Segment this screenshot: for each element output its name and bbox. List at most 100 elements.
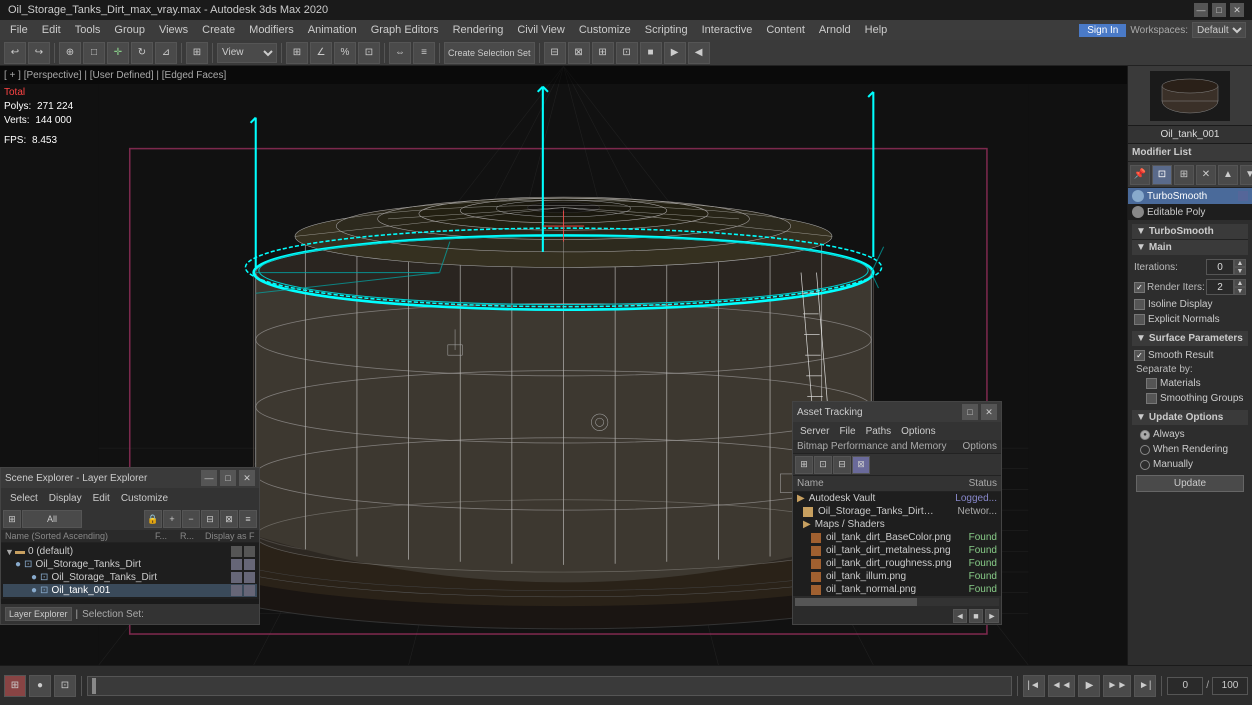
move-button[interactable]: ✛ [107,42,129,64]
se-btn3[interactable]: ≡ [239,510,257,528]
schematic-view[interactable]: ⊞ [592,42,614,64]
se-maximize[interactable]: □ [220,470,236,486]
select-region-button[interactable]: □ [83,42,105,64]
at-menu-server[interactable]: Server [795,424,834,439]
material-editor[interactable]: ⊡ [616,42,638,64]
se-layer-explorer-btn[interactable]: Layer Explorer [5,607,72,621]
se-menu-select[interactable]: Select [5,491,43,506]
next-key[interactable]: ►► [1103,675,1131,697]
ts-iter-up[interactable]: ▲ [1234,259,1246,267]
spinner-snap[interactable]: ⊡ [358,42,380,64]
current-frame[interactable]: 0 [1167,677,1203,695]
render-last[interactable]: ◀ [688,42,710,64]
ts-isoline-checkbox[interactable] [1134,299,1145,310]
mod-pin[interactable]: 📌 [1130,165,1150,185]
ts-eye[interactable] [1132,190,1144,202]
viewport[interactable]: [ + ] [Perspective] | [User Defined] | [… [0,66,1127,665]
ts-smooth-checkbox[interactable] [1134,350,1145,361]
undo-button[interactable]: ↩ [4,42,26,64]
ts-manually-radio[interactable] [1140,460,1150,470]
mod-active[interactable]: ⊡ [1152,165,1172,185]
se-layer-default[interactable]: ▼ ▬ 0 (default) [3,545,257,558]
menu-scripting[interactable]: Scripting [639,22,694,38]
ts-always-radio[interactable] [1140,430,1150,440]
se-minimize[interactable]: — [201,470,217,486]
se-add-btn[interactable]: + [163,510,181,528]
menu-animation[interactable]: Animation [302,22,363,38]
ts-iter-dn[interactable]: ▼ [1234,267,1246,275]
menu-file[interactable]: File [4,22,34,38]
se-menu-customize[interactable]: Customize [116,491,173,506]
se-close[interactable]: ✕ [239,470,255,486]
at-bottom-btn3[interactable]: ► [985,609,999,623]
mod-move-dn[interactable]: ▼ [1240,165,1252,185]
menu-create[interactable]: Create [196,22,241,38]
menu-interactive[interactable]: Interactive [696,22,759,38]
prev-key[interactable]: ◄◄ [1048,675,1076,697]
percent-snap[interactable]: % [334,42,356,64]
at-bottom-btn1[interactable]: ◄ [953,609,967,623]
rotate-button[interactable]: ↻ [131,42,153,64]
mirror-button[interactable]: ⇔ [389,42,411,64]
se-item-oil-storage-sub[interactable]: ● ⊡ Oil_Storage_Tanks_Dirt [3,571,257,584]
at-row-roughness[interactable]: oil_tank_dirt_roughness.png Found [793,557,1001,570]
ts-render-dn[interactable]: ▼ [1234,287,1246,295]
ts-update-button[interactable]: Update [1136,475,1244,492]
play-button[interactable]: ▶ [1078,675,1100,697]
se-del-btn[interactable]: − [182,510,200,528]
at-row-maps[interactable]: ▶ Maps / Shaders [793,518,1001,531]
ts-main-arrow[interactable]: ▼ [1136,242,1146,253]
menu-views[interactable]: Views [153,22,194,38]
ts-iter-value[interactable]: 0 [1206,259,1234,275]
ts-collapse-arrow[interactable]: ▼ [1136,226,1146,237]
render-setup[interactable]: ■ [640,42,662,64]
at-row-basecolor[interactable]: oil_tank_dirt_BaseColor.png Found [793,531,1001,544]
at-menu-paths[interactable]: Paths [861,424,897,439]
signin-button[interactable]: Sign In [1079,24,1126,37]
at-scrollbar[interactable] [795,598,999,606]
anim-auto-key[interactable]: ● [29,675,51,697]
mod-move-up[interactable]: ▲ [1218,165,1238,185]
select-button[interactable]: ⊕ [59,42,81,64]
next-frame[interactable]: ►| [1134,675,1156,697]
ts-smoothgroups-checkbox[interactable] [1146,393,1157,404]
menu-civil-view[interactable]: Civil View [511,22,570,38]
menu-customize[interactable]: Customize [573,22,637,38]
menu-modifiers[interactable]: Modifiers [243,22,300,38]
ts-render-value[interactable]: 2 [1206,279,1234,295]
ts-render-spinner[interactable]: 2 ▲ ▼ [1206,279,1246,295]
minimize-button[interactable]: — [1194,3,1208,17]
workspace-select[interactable]: Default [1192,22,1246,38]
redo-button[interactable]: ↪ [28,42,50,64]
total-frames[interactable]: 100 [1212,677,1248,695]
at-row-metalness[interactable]: oil_tank_dirt_metalness.png Found [793,544,1001,557]
menu-arnold[interactable]: Arnold [813,22,857,38]
snap-toggle[interactable]: ⊞ [286,42,308,64]
modifier-turbosmooth[interactable]: TurboSmooth [1128,188,1252,204]
se-menu-edit[interactable]: Edit [88,491,115,506]
se-filter-btn[interactable]: ⊞ [3,510,21,528]
create-selection-set[interactable]: Create Selection Set [444,42,535,64]
time-slider-handle[interactable] [92,678,96,694]
menu-rendering[interactable]: Rendering [447,22,510,38]
at-menu-file[interactable]: File [834,424,860,439]
layer-button[interactable]: ⊟ [544,42,566,64]
angle-snap[interactable]: ∠ [310,42,332,64]
time-slider[interactable] [87,676,1012,696]
at-minimize[interactable]: □ [962,404,978,420]
view-select[interactable]: View [217,43,277,63]
se-item-oil-tank-001[interactable]: ● ⊡ Oil_tank_001 [3,584,257,597]
se-lock-btn[interactable]: 🔒 [144,510,162,528]
at-btn-2[interactable]: ⊡ [814,456,832,474]
se-btn2[interactable]: ⊠ [220,510,238,528]
at-menu-options[interactable]: Options [896,424,940,439]
ep-eye[interactable] [1132,206,1144,218]
prev-frame[interactable]: |◄ [1023,675,1045,697]
align-button[interactable]: ≡ [413,42,435,64]
menu-tools[interactable]: Tools [69,22,107,38]
at-row-normal[interactable]: oil_tank_normal.png Found [793,583,1001,596]
menu-graph-editors[interactable]: Graph Editors [365,22,445,38]
se-btn1[interactable]: ⊟ [201,510,219,528]
ts-update-arrow[interactable]: ▼ [1136,412,1146,423]
scale-button[interactable]: ⊿ [155,42,177,64]
